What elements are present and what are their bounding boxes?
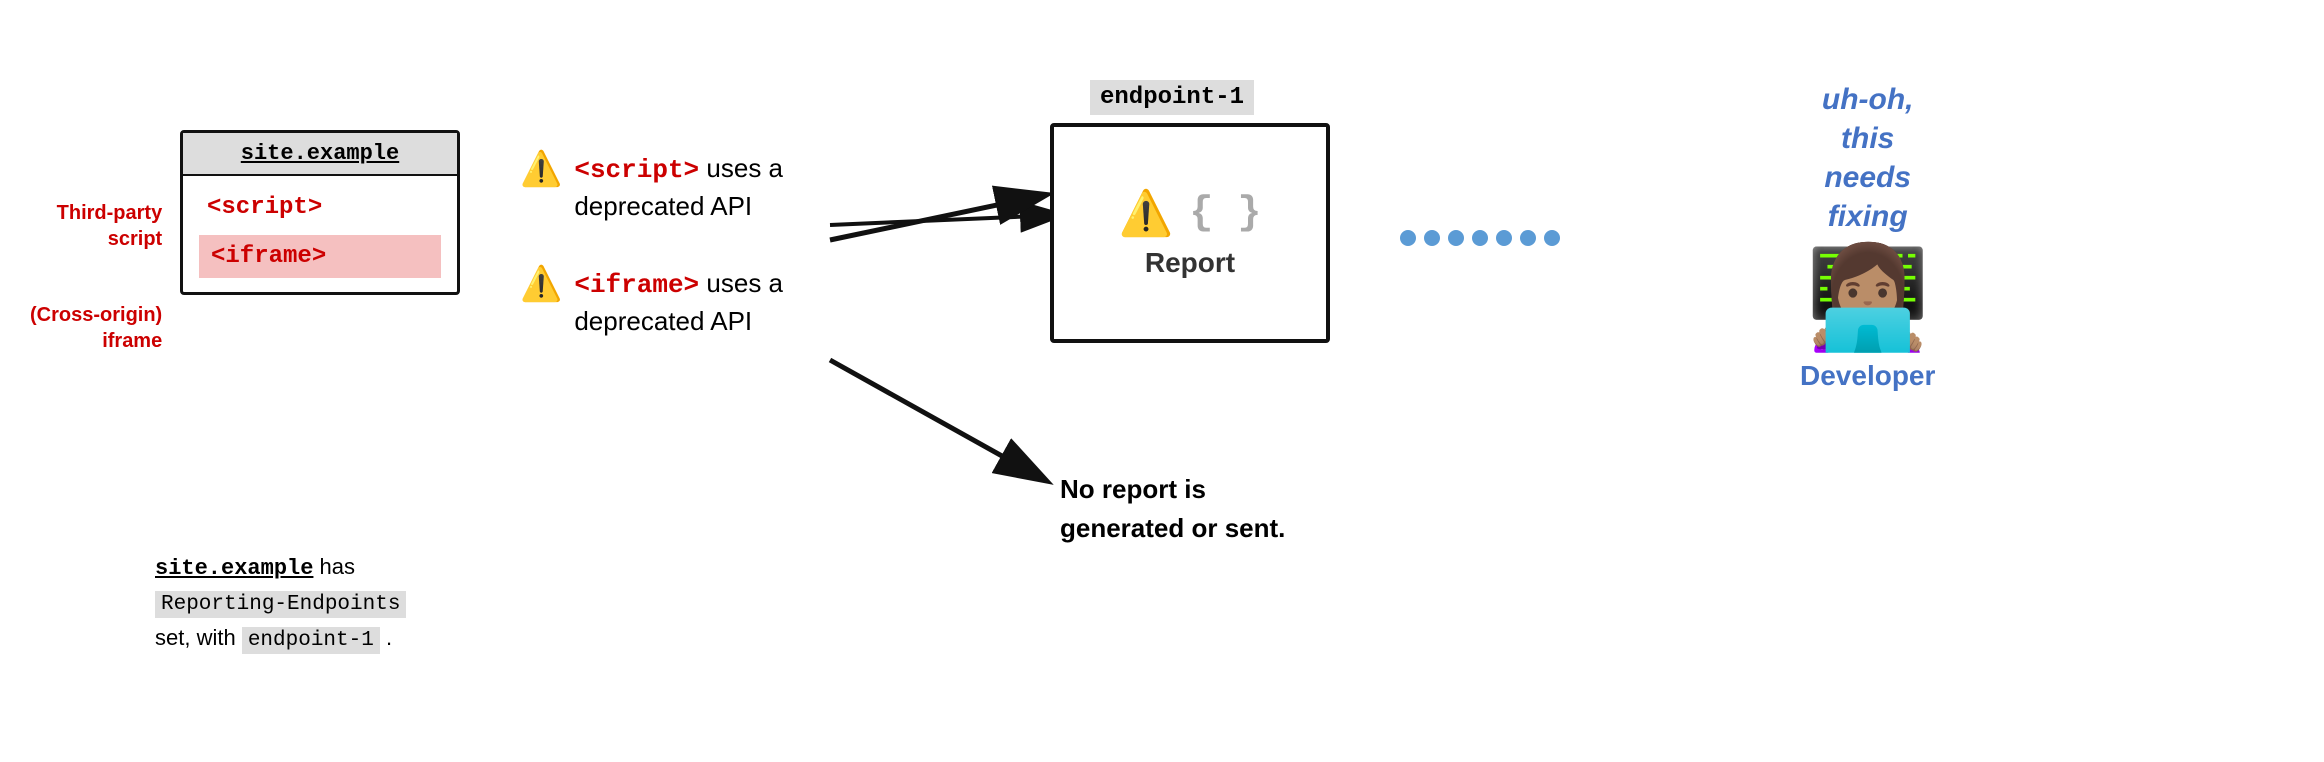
no-report-text: No report isgenerated or sent. — [1060, 470, 1285, 548]
dot-6 — [1520, 230, 1536, 246]
warning-iframe: ⚠️ <iframe> uses adeprecated API — [520, 265, 783, 340]
warning-icon-iframe: ⚠️ — [520, 267, 562, 301]
iframe-tag: <iframe> — [199, 235, 441, 278]
set-with-text: set, with — [155, 625, 242, 650]
bottom-has: has — [313, 554, 355, 579]
dots-line — [1400, 230, 1560, 246]
warning-script: ⚠️ <script> uses adeprecated API — [520, 150, 783, 225]
json-braces-icon: { } — [1189, 191, 1261, 236]
warning-text-iframe: <iframe> uses adeprecated API — [574, 265, 783, 340]
left-labels: Third-partyscript (Cross-origin)iframe — [30, 200, 162, 354]
warning-icon-script: ⚠️ — [520, 152, 562, 186]
script-tag: <script> — [199, 190, 441, 225]
site-header-label: site.example — [241, 141, 399, 166]
endpoint-wrapper: endpoint-1 ⚠️ { } Report — [1050, 80, 1330, 343]
dot-3 — [1448, 230, 1464, 246]
endpoint-1-code: endpoint-1 — [242, 627, 380, 654]
warning-emoji-endpoint: ⚠️ — [1119, 187, 1174, 239]
bottom-line3: set, with endpoint-1 . — [155, 621, 406, 657]
bottom-line1: site.example has — [155, 550, 406, 585]
bottom-line2: Reporting-Endpoints — [155, 585, 406, 621]
endpoint-icons: ⚠️ { } — [1119, 187, 1262, 239]
dot-1 — [1400, 230, 1416, 246]
site-box-header: site.example — [183, 133, 457, 176]
site-box-body: <script> <iframe> — [183, 176, 457, 292]
bottom-text-area: site.example has Reporting-Endpoints set… — [155, 550, 406, 656]
warning-text-script: <script> uses adeprecated API — [574, 150, 783, 225]
period: . — [386, 625, 392, 650]
dot-4 — [1472, 230, 1488, 246]
reporting-endpoints-code: Reporting-Endpoints — [155, 591, 406, 618]
report-text: Report — [1145, 247, 1235, 279]
endpoint-label: endpoint-1 — [1090, 80, 1254, 115]
dot-2 — [1424, 230, 1440, 246]
uh-oh-text: uh-oh,thisneedsfixing — [1822, 80, 1914, 236]
warnings-area: ⚠️ <script> uses adeprecated API ⚠️ <ifr… — [520, 150, 783, 340]
dot-5 — [1496, 230, 1512, 246]
site-box: site.example <script> <iframe> — [180, 130, 460, 295]
developer-emoji: 👩🏽‍💻 — [1805, 248, 1930, 348]
developer-area: uh-oh,thisneedsfixing 👩🏽‍💻 Developer — [1800, 80, 1935, 392]
script-code-red: <script> — [574, 155, 699, 185]
endpoint-box: ⚠️ { } Report — [1050, 123, 1330, 343]
iframe-code-red: <iframe> — [574, 270, 699, 300]
site-example-code: site.example — [155, 556, 313, 581]
diagram-container: Third-partyscript (Cross-origin)iframe s… — [0, 0, 2324, 762]
cross-origin-label: (Cross-origin)iframe — [30, 302, 162, 354]
third-party-label: Third-partyscript — [30, 200, 162, 252]
dot-7 — [1544, 230, 1560, 246]
site-box-wrapper: site.example <script> <iframe> — [180, 130, 460, 295]
developer-label: Developer — [1800, 360, 1935, 392]
